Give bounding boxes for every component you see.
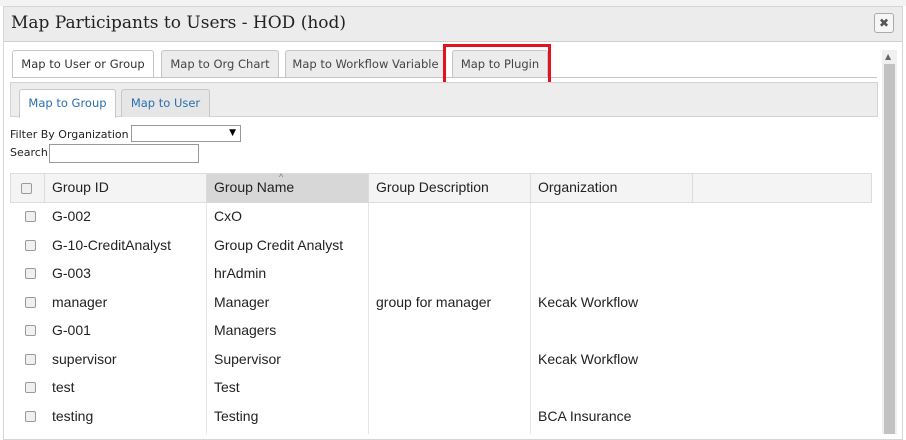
cell-organization	[531, 203, 538, 232]
cell-group-name: hrAdmin	[214, 265, 267, 281]
cell-organization	[531, 317, 538, 346]
table-row[interactable]: G-10-CreditAnalyst Group Credit Analyst	[10, 232, 872, 261]
row-checkbox[interactable]	[25, 268, 36, 279]
cell-group-id: G-10-CreditAnalyst	[52, 237, 172, 253]
groups-table: Group ID Group Name ^ Group Description …	[10, 173, 873, 434]
table-row[interactable]: testing Testing BCA Insurance	[10, 403, 872, 432]
cell-group-description: group for manager	[376, 294, 492, 310]
cell-group-name: CxO	[214, 208, 242, 224]
cell-group-description	[369, 403, 376, 432]
scroll-up-arrow-icon[interactable]: ▲	[885, 52, 891, 61]
table-row[interactable]: test Test	[10, 374, 872, 403]
tab-map-to-user-or-group[interactable]: Map to User or Group	[12, 50, 154, 78]
sort-ascending-icon: ^	[279, 173, 284, 182]
cell-organization: BCA Insurance	[538, 408, 632, 424]
cell-group-name: Supervisor	[214, 351, 281, 367]
cell-group-description	[369, 317, 376, 346]
highlight-box	[443, 44, 551, 86]
row-checkbox[interactable]	[25, 411, 36, 422]
cell-group-id: manager	[52, 294, 108, 310]
row-checkbox[interactable]	[25, 240, 36, 251]
cell-group-name: Managers	[214, 322, 277, 338]
column-header-group-id[interactable]: Group ID	[45, 174, 207, 203]
column-header-organization[interactable]: Organization	[531, 174, 693, 203]
tab-map-to-user[interactable]: Map to User	[121, 89, 210, 117]
select-all-cell	[11, 174, 45, 203]
tab-map-to-group[interactable]: Map to Group	[19, 89, 116, 118]
tab-map-to-workflow-variable[interactable]: Map to Workflow Variable	[285, 50, 446, 77]
cell-group-id: test	[52, 379, 75, 395]
table-row[interactable]: G-001 Managers	[10, 317, 872, 346]
column-header-group-description[interactable]: Group Description	[369, 174, 531, 203]
column-header-group-name[interactable]: Group Name ^	[207, 173, 369, 203]
row-checkbox[interactable]	[25, 325, 36, 336]
filter-by-organization-label: Filter By Organization	[10, 128, 129, 141]
table-row[interactable]: manager Manager group for manager Kecak …	[10, 289, 872, 318]
cell-group-id: G-003	[52, 265, 91, 281]
organization-select[interactable]: ▼	[131, 125, 241, 142]
cell-group-id: testing	[52, 408, 94, 424]
cell-group-description	[369, 203, 376, 232]
cell-group-name: Test	[214, 379, 240, 395]
close-icon[interactable]: ✖	[874, 13, 894, 33]
row-checkbox[interactable]	[25, 382, 36, 393]
cell-group-description	[369, 346, 376, 375]
cell-group-id: G-001	[52, 322, 91, 338]
cell-group-name: Group Credit Analyst	[214, 237, 344, 253]
tab-map-to-org-chart[interactable]: Map to Org Chart	[161, 50, 279, 77]
inner-tab-panel: Map to Group Map to User	[10, 82, 878, 118]
cell-group-name: Testing	[214, 408, 259, 424]
cell-organization	[531, 374, 538, 403]
table-header: Group ID Group Name ^ Group Description …	[10, 173, 872, 203]
cell-group-description	[369, 260, 376, 289]
cell-group-description	[369, 232, 376, 261]
cell-organization	[531, 232, 538, 261]
cell-organization	[531, 260, 538, 289]
dialog-titlebar: Map Participants to Users - HOD (hod) ✖	[4, 7, 902, 42]
dropdown-arrow-icon: ▼	[229, 128, 236, 138]
cell-organization: Kecak Workflow	[538, 351, 639, 367]
cell-group-name: Manager	[214, 294, 270, 310]
row-checkbox[interactable]	[25, 211, 36, 222]
table-row[interactable]: G-002 CxO	[10, 203, 872, 232]
scrollbar-thumb[interactable]	[884, 64, 895, 434]
table-row[interactable]: supervisor Supervisor Kecak Workflow	[10, 346, 872, 375]
select-all-checkbox[interactable]	[21, 183, 32, 194]
vertical-scrollbar[interactable]: ▲	[882, 50, 897, 434]
search-input[interactable]	[49, 144, 199, 163]
row-checkbox[interactable]	[25, 297, 36, 308]
table-row[interactable]: G-003 hrAdmin	[10, 260, 872, 289]
row-checkbox[interactable]	[25, 354, 36, 365]
cell-organization: Kecak Workflow	[538, 294, 639, 310]
cell-group-id: G-002	[52, 208, 91, 224]
dialog-title: Map Participants to Users - HOD (hod)	[11, 13, 347, 33]
cell-group-description	[369, 374, 376, 403]
cell-group-id: supervisor	[52, 351, 117, 367]
search-label: Search	[10, 146, 48, 159]
